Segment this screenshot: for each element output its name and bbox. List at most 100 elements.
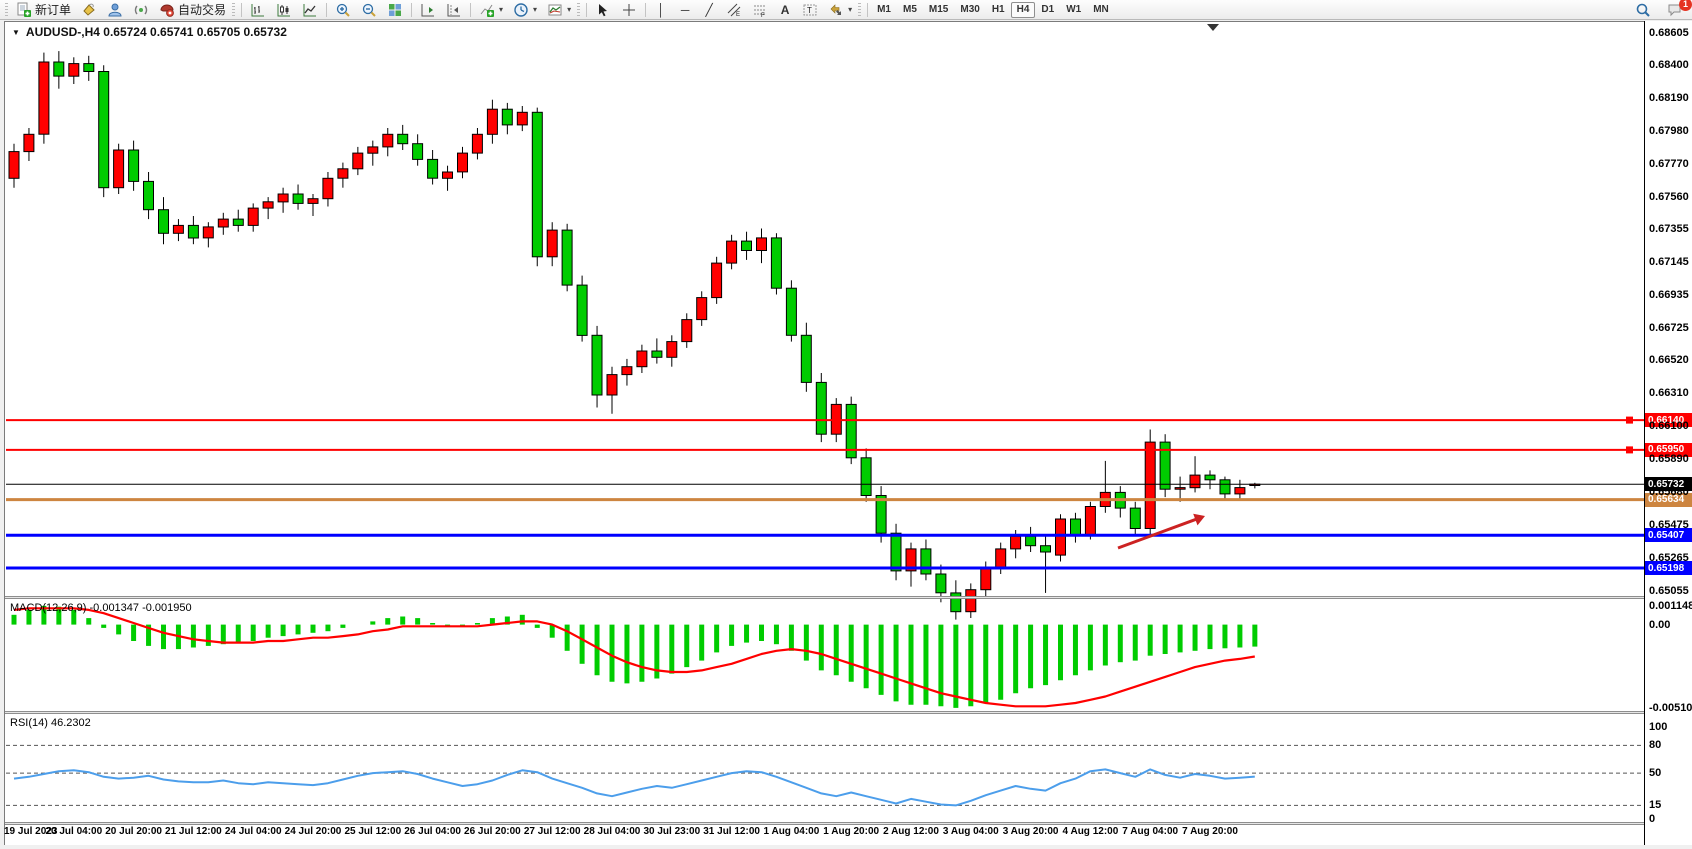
macd-axis-tick: -0.005104 <box>1649 702 1692 714</box>
candle-down <box>801 335 811 382</box>
candle-up <box>203 227 213 238</box>
rsi-axis-tick: 0 <box>1649 813 1655 825</box>
price-axis-tick: 0.67145 <box>1649 256 1689 268</box>
macd-axis-tick: 0.001148 <box>1649 600 1692 612</box>
candle-down <box>233 219 243 225</box>
time-axis-label: 31 Jul 12:00 <box>703 826 760 837</box>
rsi-indicator-label: RSI(14) 46.2302 <box>10 717 91 729</box>
time-axis-label: 7 Aug 04:00 <box>1122 826 1178 837</box>
macd-indicator-label: MACD(12,26,9) -0.001347 -0.001950 <box>10 602 192 614</box>
rsi-axis-tick: 100 <box>1649 721 1667 733</box>
time-axis-label: 4 Aug 12:00 <box>1063 826 1119 837</box>
pane-separator-macd-rsi[interactable] <box>5 711 1692 714</box>
time-axis-label: 3 Aug 20:00 <box>1003 826 1059 837</box>
price-axis-tick: 0.68190 <box>1649 92 1689 104</box>
candle-up <box>383 134 393 147</box>
candle-up <box>1085 507 1095 535</box>
candle-down <box>816 382 826 434</box>
candle-up <box>622 367 632 375</box>
time-axis-label: 26 Jul 20:00 <box>464 826 521 837</box>
candle-down <box>1026 536 1036 545</box>
chart-title: ▼ AUDUSD-,H4 0.65724 0.65741 0.65705 0.6… <box>12 25 287 39</box>
rsi-axis-tick: 80 <box>1649 739 1661 751</box>
price-axis-tick: 0.66100 <box>1649 420 1689 432</box>
time-axis-label: 1 Aug 04:00 <box>764 826 820 837</box>
rsi-line <box>14 769 1255 805</box>
macd-signal-line <box>14 608 1255 706</box>
time-axis-label: 25 Jul 12:00 <box>344 826 401 837</box>
candle-up <box>487 109 497 134</box>
time-axis-label: 2 Aug 12:00 <box>883 826 939 837</box>
candle-up <box>353 153 363 169</box>
chart-canvas[interactable] <box>0 0 1692 849</box>
candle-up <box>1235 488 1245 494</box>
candle-up <box>966 590 976 612</box>
candle-down <box>1220 480 1230 494</box>
candle-up <box>996 549 1006 568</box>
candle-down <box>159 210 169 234</box>
candle-up <box>667 342 677 358</box>
ohlc-high: 0.65741 <box>150 25 193 39</box>
time-axis-label: 27 Jul 12:00 <box>524 826 581 837</box>
candle-up <box>1056 519 1066 555</box>
candle-up <box>727 241 737 263</box>
candle-up <box>1175 488 1185 490</box>
time-axis-label: 20 Jul 20:00 <box>105 826 162 837</box>
time-axis-label: 7 Aug 20:00 <box>1182 826 1238 837</box>
pane-separator-rsi-timeaxis <box>5 822 1692 825</box>
candle-down <box>144 181 154 209</box>
price-axis-tick: 0.66935 <box>1649 289 1689 301</box>
candle-down <box>592 335 602 395</box>
candle-up <box>1011 536 1021 549</box>
price-axis-tick: 0.67770 <box>1649 158 1689 170</box>
line-handle[interactable] <box>1626 446 1633 453</box>
candle-down <box>1071 519 1081 535</box>
rsi-axis-tick: 50 <box>1649 767 1661 779</box>
ohlc-open: 0.65724 <box>103 25 146 39</box>
candle-up <box>218 219 228 227</box>
candle-up <box>338 169 348 178</box>
price-axis-tick: 0.66520 <box>1649 354 1689 366</box>
price-axis-tick: 0.68605 <box>1649 27 1689 39</box>
candle-down <box>1205 475 1215 480</box>
candle-up <box>1145 442 1155 528</box>
one-click-collapse-icon[interactable]: ▼ <box>12 28 20 37</box>
candle-down <box>129 150 139 181</box>
candle-down <box>428 159 438 178</box>
time-axis-label: 30 Jul 23:00 <box>643 826 700 837</box>
price-axis-tick: 0.65055 <box>1649 585 1689 597</box>
time-axis-label: 26 Jul 04:00 <box>404 826 461 837</box>
candle-up <box>323 178 333 198</box>
pane-separator-price-macd[interactable] <box>5 596 1692 599</box>
price-axis-tick: 0.67980 <box>1649 125 1689 137</box>
time-axis-label: 3 Aug 04:00 <box>943 826 999 837</box>
candle-up <box>981 568 991 590</box>
time-axis-label: 20 Jul 04:00 <box>45 826 102 837</box>
candle-down <box>577 285 587 335</box>
line-handle[interactable] <box>1626 417 1633 424</box>
candle-up <box>278 194 288 202</box>
candle-down <box>413 144 423 160</box>
ohlc-close: 0.65732 <box>243 25 286 39</box>
candle-up <box>39 62 49 134</box>
candle-down <box>84 64 94 72</box>
price-axis-tick: 0.65890 <box>1649 453 1689 465</box>
candle-down <box>861 458 871 496</box>
candle-down <box>1041 546 1051 552</box>
price-axis-tick: 0.68400 <box>1649 59 1689 71</box>
candle-up <box>69 64 79 77</box>
price-axis-tick: 0.66725 <box>1649 322 1689 334</box>
candle-down <box>936 574 946 593</box>
candle-up <box>114 150 124 188</box>
candle-up <box>368 147 378 153</box>
candle-down <box>502 109 512 125</box>
price-axis-tick: 0.67560 <box>1649 191 1689 203</box>
candle-up <box>682 320 692 342</box>
candle-down <box>652 351 662 357</box>
candle-up <box>547 230 557 257</box>
time-axis-label: 21 Jul 12:00 <box>165 826 222 837</box>
candle-down <box>188 225 198 238</box>
candle-up <box>757 238 767 251</box>
symbol-period-label: AUDUSD-,H4 <box>26 25 100 39</box>
chart-shift-marker-icon <box>1207 24 1219 31</box>
